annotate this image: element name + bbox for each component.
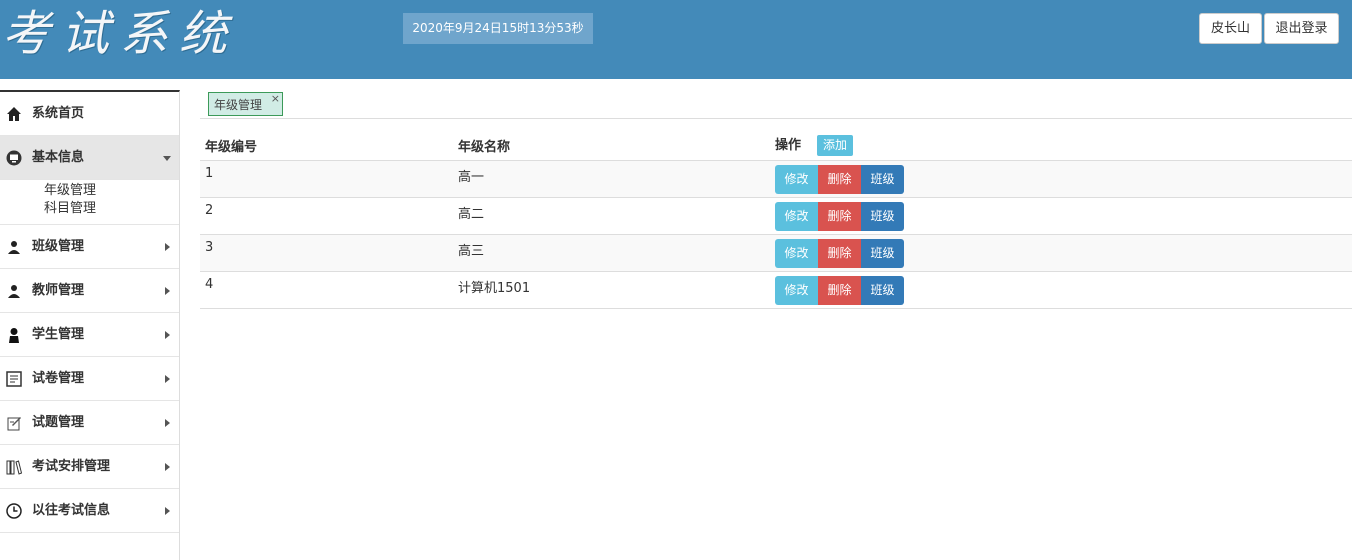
app-logo: 考试系统 (2, 6, 239, 62)
logout-button[interactable]: 退出登录 (1264, 13, 1339, 44)
cell-actions: 修改 删除 班级 (770, 271, 1352, 309)
sidebar-item-student[interactable]: 学生管理 (0, 313, 179, 357)
tab-bar: 年级管理 × (200, 90, 1352, 119)
home-icon (7, 107, 21, 121)
document-icon (6, 371, 22, 387)
sidebar-item-basic-info[interactable]: 基本信息 (0, 136, 179, 180)
close-icon[interactable]: × (271, 87, 280, 111)
cell-name: 高三 (453, 234, 770, 272)
user-icon (9, 328, 19, 343)
sidebar-item-label: 班级管理 (32, 239, 85, 254)
clock-icon (6, 503, 22, 519)
sidebar-item-exam-schedule[interactable]: 考试安排管理 (0, 445, 179, 489)
edit-button[interactable]: 修改 (775, 165, 818, 194)
cell-name: 计算机1501 (453, 271, 770, 309)
class-button[interactable]: 班级 (861, 165, 904, 194)
sidebar-item-teacher[interactable]: 教师管理 (0, 269, 179, 313)
chevron-right-icon (165, 375, 170, 383)
submenu-item-subject[interactable]: 科目管理 (0, 200, 179, 218)
delete-button[interactable]: 删除 (818, 276, 861, 305)
users-icon (8, 285, 20, 298)
cell-id: 2 (200, 197, 453, 235)
sidebar-item-label: 系统首页 (32, 106, 85, 121)
table-row: 2 高二 修改 删除 班级 (200, 197, 1352, 235)
tab-label: 年级管理 (214, 98, 263, 112)
delete-button[interactable]: 删除 (818, 202, 861, 231)
chevron-right-icon (165, 507, 170, 515)
column-header-id: 年级编号 (200, 130, 453, 161)
sidebar-item-label: 学生管理 (32, 327, 85, 342)
sidebar-item-label: 教师管理 (32, 283, 85, 298)
sidebar-item-history[interactable]: 以往考试信息 (0, 489, 179, 533)
monitor-icon (6, 150, 22, 166)
cell-id: 3 (200, 234, 453, 272)
class-button[interactable]: 班级 (861, 276, 904, 305)
sidebar-item-question[interactable]: 试题管理 (0, 401, 179, 445)
chevron-right-icon (165, 243, 170, 251)
grade-table: 年级编号 年级名称 操作 添加 1 高一 修改 删除 班级 2 高二 修改 删除 班级 3… (200, 130, 1352, 309)
users-icon (8, 241, 20, 254)
user-button[interactable]: 皮长山 (1199, 13, 1262, 44)
current-datetime: 2020年9月24日15时13分53秒 (403, 13, 593, 44)
sidebar-item-label: 考试安排管理 (32, 459, 111, 474)
edit-button[interactable]: 修改 (775, 239, 818, 268)
cell-name: 高一 (453, 160, 770, 198)
sidebar-item-label: 以往考试信息 (32, 503, 111, 518)
sidebar-item-home[interactable]: 系统首页 (0, 92, 179, 136)
chevron-right-icon (165, 331, 170, 339)
column-header-actions: 操作 添加 (770, 130, 1352, 161)
books-icon (6, 460, 22, 475)
delete-button[interactable]: 删除 (818, 165, 861, 194)
sidebar-item-paper[interactable]: 试卷管理 (0, 357, 179, 401)
submenu-item-grade[interactable]: 年级管理 (0, 182, 179, 200)
cell-actions: 修改 删除 班级 (770, 197, 1352, 235)
sidebar-item-class[interactable]: 班级管理 (0, 225, 179, 269)
edit-button[interactable]: 修改 (775, 202, 818, 231)
class-button[interactable]: 班级 (861, 239, 904, 268)
chevron-right-icon (165, 463, 170, 471)
app-header: 考试系统 2020年9月24日15时13分53秒 皮长山 退出登录 (0, 0, 1352, 79)
actions-label: 操作 (775, 138, 802, 153)
cell-name: 高二 (453, 197, 770, 235)
sidebar-item-label: 基本信息 (32, 150, 85, 165)
edit-icon (7, 417, 21, 431)
table-row: 3 高三 修改 删除 班级 (200, 234, 1352, 272)
add-button[interactable]: 添加 (817, 135, 854, 156)
edit-button[interactable]: 修改 (775, 276, 818, 305)
class-button[interactable]: 班级 (861, 202, 904, 231)
chevron-right-icon (165, 287, 170, 295)
cell-id: 4 (200, 271, 453, 309)
sidebar-submenu: 年级管理 科目管理 (0, 180, 179, 225)
cell-id: 1 (200, 160, 453, 198)
sidebar: 系统首页 基本信息 年级管理 科目管理 班级管理 教师管理 学生管理 试卷管理 … (0, 90, 180, 560)
column-header-name: 年级名称 (453, 130, 770, 161)
cell-actions: 修改 删除 班级 (770, 160, 1352, 198)
delete-button[interactable]: 删除 (818, 239, 861, 268)
sidebar-item-label: 试卷管理 (32, 371, 85, 386)
sidebar-item-label: 试题管理 (32, 415, 85, 430)
tab-grade-management[interactable]: 年级管理 × (208, 92, 283, 116)
table-row: 1 高一 修改 删除 班级 (200, 160, 1352, 198)
chevron-right-icon (165, 419, 170, 427)
cell-actions: 修改 删除 班级 (770, 234, 1352, 272)
chevron-down-icon (163, 156, 171, 161)
table-row: 4 计算机1501 修改 删除 班级 (200, 271, 1352, 309)
